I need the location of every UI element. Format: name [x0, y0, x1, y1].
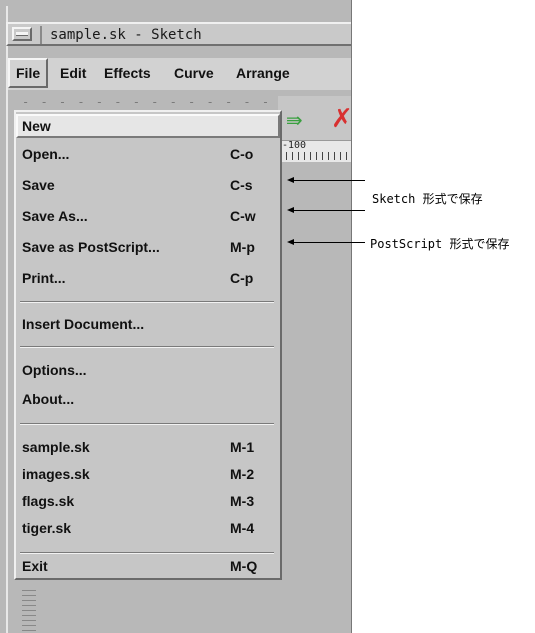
- menu-item-accelerator: M-2: [230, 466, 255, 482]
- menu-item-label: sample.sk: [22, 439, 90, 455]
- arrowhead-icon: [287, 207, 294, 213]
- menu-item-label: Exit: [22, 558, 48, 574]
- menu-item-recent-images[interactable]: images.sk M-2: [16, 462, 280, 486]
- menu-item-accelerator: C-p: [230, 270, 254, 286]
- ruler-ticks: [280, 152, 350, 160]
- window-title: sample.sk - Sketch: [50, 27, 202, 43]
- redo-arrow-icon[interactable]: ⇛: [286, 108, 303, 132]
- menu-item-label: tiger.sk: [22, 520, 72, 536]
- scrollbar-grip[interactable]: [22, 590, 36, 633]
- menu-item-accelerator: C-w: [230, 208, 256, 224]
- menu-item-accelerator: C-s: [230, 177, 253, 193]
- menu-item-save[interactable]: Save C-s: [16, 173, 280, 197]
- menu-file[interactable]: File: [8, 58, 49, 88]
- menu-item-label: Save as PostScript...: [22, 239, 160, 255]
- menu-bar: File Edit Effects Curve Arrange: [8, 58, 351, 90]
- menu-tearoff-line[interactable]: - - - - - - - - - - - - - - - -: [22, 96, 278, 108]
- menu-item-accelerator: M-p: [230, 239, 255, 255]
- minimize-bar-icon: [16, 32, 28, 36]
- menu-item-accelerator: M-3: [230, 493, 255, 509]
- menu-item-accelerator: C-o: [230, 146, 254, 162]
- menu-item-recent-flags[interactable]: flags.sk M-3: [16, 489, 280, 513]
- window-menu-button[interactable]: [12, 27, 32, 41]
- menu-separator: [20, 346, 274, 348]
- menu-item-new[interactable]: New: [16, 114, 280, 138]
- menu-item-label: Insert Document...: [22, 316, 145, 332]
- menu-separator: [20, 301, 274, 303]
- menu-effects[interactable]: Effects: [98, 58, 157, 88]
- annotation-sketch-format: Sketch 形式で保存: [372, 192, 483, 206]
- menu-item-label: Print...: [22, 270, 66, 286]
- menu-item-accelerator: M-4: [230, 520, 255, 536]
- menu-item-save-as[interactable]: Save As... C-w: [16, 204, 280, 228]
- menu-item-about[interactable]: About...: [16, 387, 280, 411]
- ruler-label: -100: [282, 140, 307, 151]
- menu-item-accelerator: M-1: [230, 439, 255, 455]
- menu-item-label: New: [22, 118, 51, 134]
- menu-item-label: About...: [22, 391, 75, 407]
- menu-item-print[interactable]: Print... C-p: [16, 266, 280, 290]
- menu-item-exit[interactable]: Exit M-Q: [16, 554, 280, 578]
- menu-item-recent-sample[interactable]: sample.sk M-1: [16, 435, 280, 459]
- arrowhead-icon: [287, 177, 294, 183]
- menu-curve[interactable]: Curve: [168, 58, 220, 88]
- annotation-postscript-format: PostScript 形式で保存: [370, 237, 510, 251]
- delete-x-icon[interactable]: ✗: [331, 104, 353, 134]
- menu-item-accelerator: M-Q: [230, 558, 258, 574]
- annotation-arrow-postscript: [287, 239, 365, 245]
- menu-item-label: Save: [22, 177, 55, 193]
- menu-separator: [20, 423, 274, 425]
- menu-item-options[interactable]: Options...: [16, 358, 280, 382]
- annotation-arrow-save: [287, 177, 365, 183]
- menu-item-label: flags.sk: [22, 493, 75, 509]
- menu-item-label: Open...: [22, 146, 70, 162]
- title-bar[interactable]: sample.sk - Sketch: [6, 22, 351, 46]
- menu-item-open[interactable]: Open... C-o: [16, 142, 280, 166]
- menu-item-label: Options...: [22, 362, 87, 378]
- file-menu: New Open... C-o Save C-s Save As... C-w …: [14, 110, 282, 580]
- title-separator: [40, 26, 42, 44]
- arrowhead-icon: [287, 239, 294, 245]
- menu-item-insert-document[interactable]: Insert Document...: [16, 312, 280, 336]
- menu-edit[interactable]: Edit: [54, 58, 92, 88]
- menu-arrange[interactable]: Arrange: [230, 58, 296, 88]
- menu-item-recent-tiger[interactable]: tiger.sk M-4: [16, 516, 280, 540]
- annotation-arrow-save-as: [287, 207, 365, 213]
- menu-item-label: Save As...: [22, 208, 88, 224]
- menu-item-label: images.sk: [22, 466, 90, 482]
- menu-item-save-as-postscript[interactable]: Save as PostScript... M-p: [16, 235, 280, 259]
